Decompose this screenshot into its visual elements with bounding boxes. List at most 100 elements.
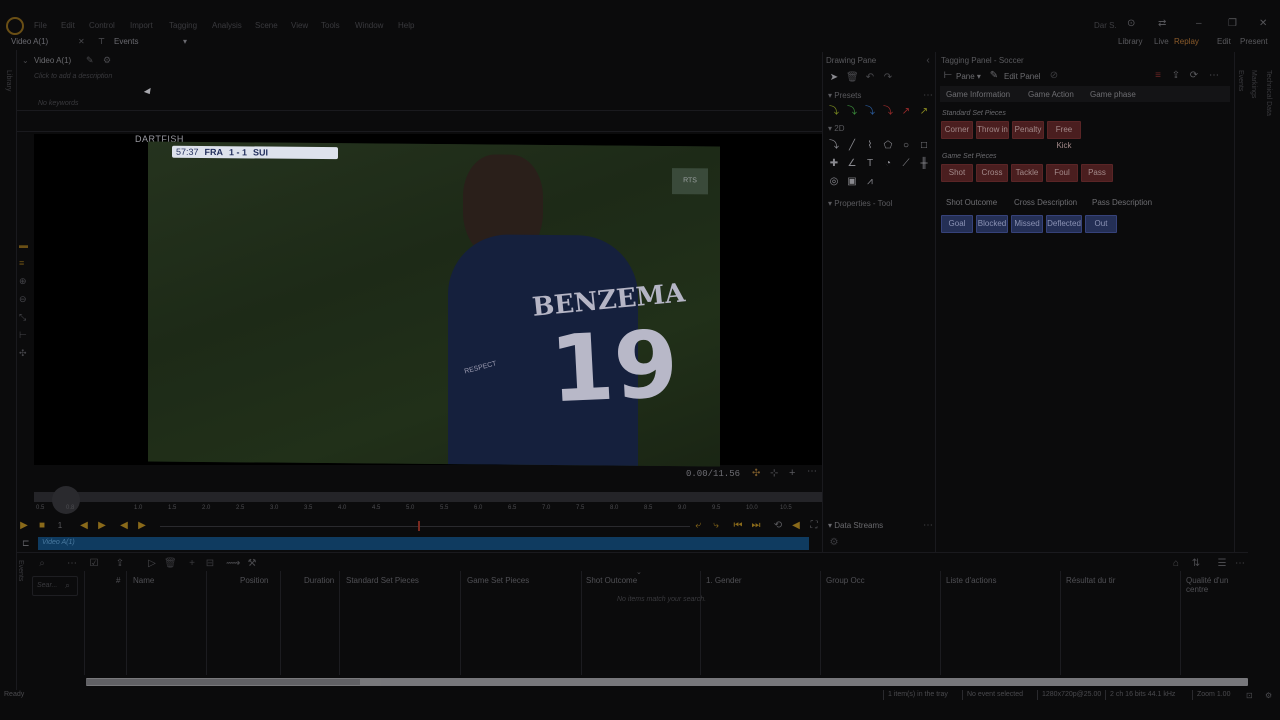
go-start-icon[interactable]: ⏮ <box>732 520 744 532</box>
export-events-icon[interactable]: ⇪ <box>114 558 126 570</box>
mode-live[interactable]: Live <box>1154 37 1169 46</box>
mode-edit[interactable]: Edit <box>1217 37 1231 46</box>
angle-tool-icon[interactable]: ∠ <box>846 158 858 170</box>
crosshair-icon[interactable]: ✣ <box>752 468 760 479</box>
crop-icon[interactable]: ⊢ <box>19 330 31 340</box>
library-side-label[interactable]: Library <box>5 70 12 91</box>
col-game-set-pieces[interactable]: Game Set Pieces <box>467 576 529 585</box>
menu-window[interactable]: Window <box>355 21 383 30</box>
marker-alt-icon[interactable]: ≡ <box>19 258 31 268</box>
col-shot-outcome[interactable]: Shot Outcome <box>586 576 637 585</box>
properties-section[interactable]: ▾ Properties - Tool <box>828 199 892 208</box>
chart-tool-icon[interactable]: ⩘ <box>864 176 876 188</box>
link-icon[interactable]: ⟿ <box>226 558 240 570</box>
menu-tagging[interactable]: Tagging <box>169 21 197 30</box>
circle-tool-icon[interactable]: ○ <box>900 140 912 152</box>
preset-blue-icon[interactable]: ⤵ <box>864 106 876 118</box>
events-menu-icon[interactable]: ⋯ <box>1234 558 1246 570</box>
side-label-technical-data[interactable]: Technical Data <box>1265 70 1272 116</box>
timeline-scrubber[interactable] <box>34 492 822 502</box>
mark-out-icon[interactable]: ⤷ <box>710 520 722 532</box>
outcome-goal-button[interactable]: Goal <box>941 215 973 233</box>
next-frame-icon[interactable]: ▶ <box>96 520 108 532</box>
close-tab-icon[interactable]: ✕ <box>78 37 85 46</box>
menu-control[interactable]: Control <box>89 21 115 30</box>
pane-icon[interactable]: ⊢ <box>942 70 954 82</box>
collapse-icon[interactable]: ⌄ <box>22 56 29 65</box>
tag-tackle-button[interactable]: Tackle <box>1011 164 1043 182</box>
edit-icon[interactable]: ✎ <box>86 55 94 66</box>
menu-file[interactable]: File <box>34 21 47 30</box>
user-name[interactable]: Dar S. <box>1094 21 1117 30</box>
col-standard-set-pieces[interactable]: Standard Set Pieces <box>346 576 419 585</box>
home-icon[interactable]: ⌂ <box>1170 558 1182 570</box>
preset-arrow-yellow-icon[interactable]: ↗ <box>918 106 930 118</box>
track-icon[interactable]: ⊏ <box>22 538 30 549</box>
desc-tab-cross-description[interactable]: Cross Description <box>1014 198 1077 207</box>
side-label-markings[interactable]: Markings <box>1250 70 1257 98</box>
tab-game-phase[interactable]: Game phase <box>1090 90 1136 99</box>
col-position[interactable]: Position <box>240 576 268 585</box>
tag-free-kick-button[interactable]: Free Kick <box>1047 121 1081 150</box>
edit-panel-button[interactable]: Edit Panel <box>1004 72 1040 81</box>
tab-game-information[interactable]: Game Information <box>946 90 1010 99</box>
scrollbar-thumb[interactable] <box>86 679 360 685</box>
tag-foul-button[interactable]: Foul <box>1046 164 1078 182</box>
outcome-out-button[interactable]: Out <box>1085 215 1117 233</box>
desc-tab-shot-outcome[interactable]: Shot Outcome <box>946 198 997 207</box>
tab-events[interactable]: Events <box>114 37 138 46</box>
stopwatch-tool-icon[interactable]: ◔ <box>882 158 894 170</box>
tag-shot-button[interactable]: Shot <box>941 164 973 182</box>
data-streams-settings-icon[interactable]: ⚙ <box>828 537 840 549</box>
status-zoom[interactable]: Zoom 1.00 <box>1197 691 1230 698</box>
events-more-icon[interactable]: ⋯ <box>66 558 78 570</box>
export-icon[interactable]: ⇪ <box>1170 70 1182 82</box>
ruler-tool-icon[interactable]: ⟋ <box>900 158 912 170</box>
marker-icon[interactable]: ▬ <box>19 240 31 250</box>
prev-frame-icon[interactable]: ◀ <box>78 520 90 532</box>
outcome-deflected-button[interactable]: Deflected <box>1046 215 1082 233</box>
list-icon[interactable]: ☰ <box>1216 558 1228 570</box>
data-streams-more-icon[interactable]: ⋯ <box>922 520 934 532</box>
help-icon[interactable]: ⊙ <box>1127 18 1135 29</box>
play-icon[interactable]: ▶ <box>18 520 30 532</box>
tag-throw-in-button[interactable]: Throw in <box>976 121 1009 139</box>
tag-penalty-button[interactable]: Penalty <box>1012 121 1044 139</box>
preset-red-icon[interactable]: ⤵ <box>882 106 894 118</box>
sort-icon[interactable]: ⇅ <box>1190 558 1202 570</box>
side-label-events[interactable]: Events <box>1237 70 1244 91</box>
step-back-icon[interactable]: ◀ <box>118 520 130 532</box>
tagging-more-icon[interactable]: ⋯ <box>1208 70 1220 82</box>
status-tray[interactable]: 1 item(s) in the tray <box>888 691 948 698</box>
col-group-occ[interactable]: Group Occ <box>826 576 865 585</box>
presets-more-icon[interactable]: ⋯ <box>922 90 934 102</box>
layout-icon[interactable]: ⇄ <box>1158 18 1166 29</box>
tag-corner-button[interactable]: Corner <box>941 121 973 139</box>
video-title[interactable]: Video A(1) <box>34 56 71 65</box>
record-icon[interactable]: ≡ <box>1152 70 1164 82</box>
mode-present[interactable]: Present <box>1240 37 1268 46</box>
outcome-blocked-button[interactable]: Blocked <box>976 215 1008 233</box>
preset-yellow-icon[interactable]: ⤵ <box>828 106 840 118</box>
tools-icon[interactable]: ⚒ <box>246 558 258 570</box>
delete-icon[interactable]: 🗑 <box>846 72 859 84</box>
presets-section[interactable]: ▾ Presets <box>828 91 861 100</box>
delete-events-icon[interactable]: 🗑 <box>164 558 177 570</box>
menu-edit[interactable]: Edit <box>61 21 75 30</box>
add-icon[interactable]: + <box>789 467 795 479</box>
keywords-field[interactable]: No keywords <box>38 100 78 107</box>
play-events-icon[interactable]: ▷ <box>146 558 158 570</box>
add-event-icon[interactable]: + <box>186 558 198 570</box>
events-search-input[interactable]: Sear... ⌕ <box>32 576 78 596</box>
fit-icon[interactable]: ⤡ <box>19 312 31 322</box>
loop-icon[interactable]: ⟲ <box>772 520 784 532</box>
path-tool-icon[interactable]: ⤵ <box>828 140 840 152</box>
filter-icon[interactable]: ☑ <box>88 558 100 570</box>
close-button[interactable]: ✕ <box>1259 18 1267 29</box>
cross-tool-icon[interactable]: ✚ <box>828 158 840 170</box>
events-search-icon[interactable]: ⌕ <box>36 558 48 570</box>
video-track-bar[interactable]: Video A(1) <box>38 537 809 550</box>
tag-cross-button[interactable]: Cross <box>976 164 1008 182</box>
mode-replay[interactable]: Replay <box>1174 37 1199 46</box>
mini-timeline[interactable] <box>160 526 690 527</box>
